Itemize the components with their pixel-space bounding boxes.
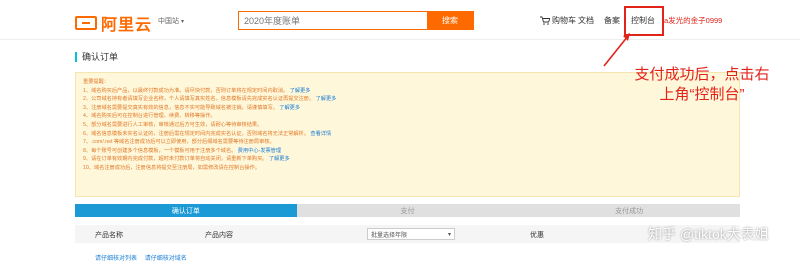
- annotation-text: 支付成功后，点击右 上角“控制台”: [612, 65, 792, 105]
- year-select[interactable]: 批量选择年限 ▾: [367, 228, 455, 240]
- notice-link[interactable]: 了解更多: [290, 88, 311, 94]
- cart-link[interactable]: 购物车: [540, 15, 576, 26]
- annotation-arrow-icon: [603, 33, 630, 67]
- record-link[interactable]: 备案: [604, 15, 620, 26]
- aliyun-logo[interactable]: 阿里云: [75, 11, 152, 35]
- notice-line: 10、域名注册成功后，注册信息将提交至注册局，如需修改请在控制台操作。: [83, 164, 260, 171]
- chevron-down-icon: ▾: [181, 18, 185, 25]
- logo-text: 阿里云: [101, 17, 153, 34]
- col-product-name: 产品名称: [95, 232, 123, 239]
- region-selector[interactable]: 中国站 ▾: [158, 16, 184, 26]
- table-header: 产品名称 产品内容 批量选择年限 ▾ 优惠: [75, 225, 740, 243]
- col-discount: 优惠: [530, 232, 544, 239]
- notice-link[interactable]: 查看详情: [310, 131, 331, 137]
- cart-label: 购物车: [552, 16, 576, 25]
- footer-link-2[interactable]: 请仔细核对域名: [145, 256, 187, 262]
- notice-line: 3、注册域名需要提交真实有效的信息，信息不实可能导致域名被注销，请谨慎填写。 了…: [83, 104, 301, 111]
- title-accent-bar: [75, 51, 77, 62]
- notice-line: 6、域名信息模板未实名认证的，注册后需在规定时间内完成实名认证，否则域名将无法正…: [83, 130, 332, 137]
- top-header: 阿里云 中国站 ▾ 搜索 购物车 文档 备案 控制台 a发光的金子0999: [0, 0, 800, 40]
- search-input-wrap[interactable]: [239, 12, 427, 29]
- notice-link[interactable]: 了解更多: [269, 156, 290, 162]
- notice-line: 5、部分域名需要进行人工审核，审核通过后方可生效，请耐心等待审核结果。: [83, 121, 263, 128]
- notice-line: 7、.com/.net 等域名注册成功后可以立即使用，部分后缀域名需要等待注册局…: [83, 139, 275, 146]
- footer-link-1[interactable]: 请仔细核对列表: [95, 256, 137, 262]
- annotation-line-1: 支付成功后，点击右: [634, 66, 770, 83]
- notice-link[interactable]: 费用中心-发票管理: [238, 148, 281, 154]
- step-payment: 支付: [296, 204, 519, 217]
- region-label: 中国站: [158, 18, 179, 25]
- search-bar: 搜索: [238, 11, 474, 30]
- zhihu-watermark: 知乎 @tiktok大表姐: [648, 226, 769, 242]
- search-input[interactable]: [244, 15, 394, 26]
- notice-line: 4、域名购买后可在控制台进行管理、续费、转移等操作。: [83, 113, 216, 120]
- chevron-down-icon: ▾: [447, 231, 451, 238]
- step-confirm-order: 确认订单: [75, 204, 297, 217]
- cart-icon: [540, 16, 550, 25]
- docs-link[interactable]: 文档: [578, 15, 594, 26]
- notice-line: 9、请在订单有效期内完成付款，超时未付款订单将自动关闭，请重新下单购买。 了解更…: [83, 156, 290, 163]
- notice-link[interactable]: 了解更多: [279, 105, 300, 111]
- footer-links: 请仔细核对列表 请仔细核对域名: [95, 253, 187, 262]
- step-payment-success: 支付成功: [518, 204, 741, 217]
- page-title-text: 确认订单: [82, 52, 119, 62]
- notice-line: 8、每个账号可创建多个信息模板，一个模板可用于注册多个域名。 费用中心-发票管理: [83, 147, 282, 154]
- notice-link[interactable]: 了解更多: [316, 96, 337, 102]
- page-title: 确认订单: [75, 50, 118, 63]
- aliyun-logo-icon: [75, 16, 97, 30]
- year-select-value: 批量选择年限: [371, 232, 408, 239]
- search-button[interactable]: 搜索: [427, 12, 473, 29]
- user-account-link[interactable]: a发光的金子0999: [664, 15, 722, 26]
- order-steps: 确认订单 支付 支付成功: [75, 204, 741, 217]
- annotation-line-2: 上角“控制台”: [659, 86, 745, 103]
- col-product-content: 产品内容: [205, 232, 233, 239]
